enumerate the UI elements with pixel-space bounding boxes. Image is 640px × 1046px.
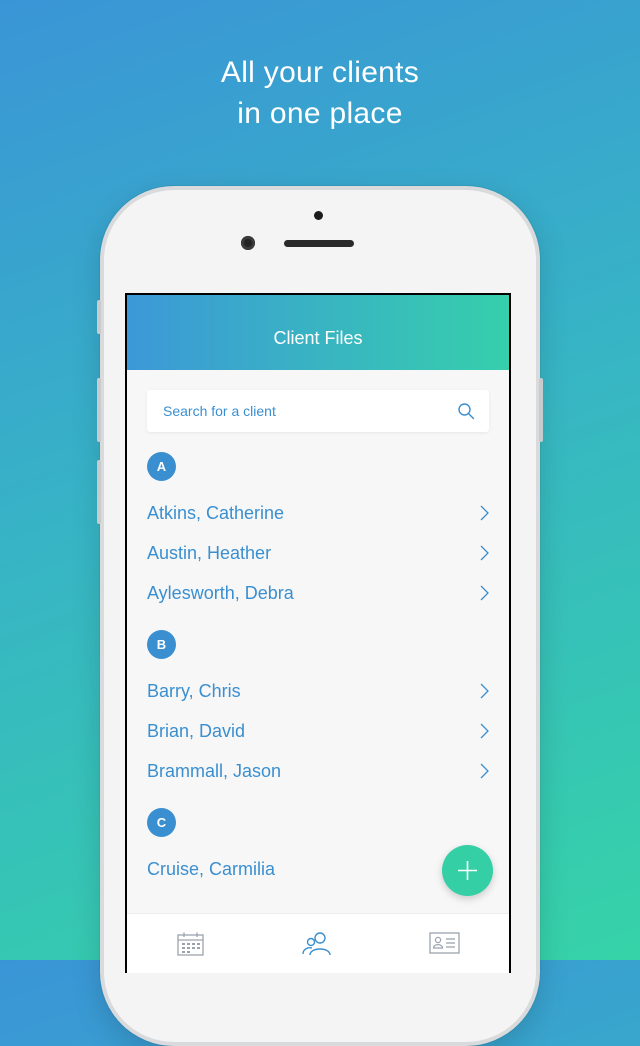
chevron-right-icon — [480, 545, 489, 561]
section-letter-b: B — [147, 630, 176, 659]
tab-calendar[interactable] — [127, 914, 255, 973]
volume-up-button — [97, 378, 101, 442]
client-row[interactable]: Austin, Heather — [127, 533, 509, 573]
client-name: Atkins, Catherine — [147, 503, 285, 523]
chevron-right-icon — [480, 763, 489, 779]
client-name: Barry, Chris — [147, 681, 241, 701]
app-header: Client Files — [127, 295, 509, 370]
id-card-icon — [429, 932, 460, 954]
headline-line-1: All your clients — [220, 56, 420, 89]
phone-screen: Client Files A Atkins, Catherine Austin,… — [125, 293, 511, 973]
headline-line-2: in one place — [237, 97, 403, 130]
client-row[interactable]: Atkins, Catherine — [127, 493, 509, 533]
chevron-right-icon — [480, 723, 489, 739]
mute-switch — [97, 300, 101, 334]
tab-clients[interactable] — [254, 914, 382, 973]
client-name: Aylesworth, Debra — [147, 583, 294, 603]
search-bar[interactable] — [147, 390, 489, 432]
search-input[interactable] — [147, 390, 463, 432]
section-letter-c: C — [147, 808, 176, 837]
volume-down-button — [97, 460, 101, 524]
front-camera — [241, 236, 255, 250]
client-row[interactable]: Brian, David — [127, 711, 509, 751]
plus-icon — [458, 861, 477, 880]
section-letter-a: A — [147, 452, 176, 481]
client-name: Brian, David — [147, 721, 246, 741]
tab-profile[interactable] — [381, 914, 509, 973]
client-name: Austin, Heather — [147, 543, 272, 563]
app-screen: Client Files A Atkins, Catherine Austin,… — [127, 295, 509, 973]
search-icon[interactable] — [457, 402, 475, 420]
client-row[interactable]: Brammall, Jason — [127, 751, 509, 791]
tab-bar — [127, 913, 509, 973]
chevron-right-icon — [480, 585, 489, 601]
client-row[interactable]: Barry, Chris — [127, 671, 509, 711]
page-title: Client Files — [273, 328, 363, 348]
power-button — [539, 378, 543, 442]
client-name: Brammall, Jason — [147, 761, 282, 781]
chevron-right-icon — [480, 505, 489, 521]
proximity-sensor — [314, 211, 323, 220]
calendar-icon — [177, 932, 204, 956]
client-row[interactable]: Aylesworth, Debra — [127, 573, 509, 613]
headline: All your clients in one place — [0, 52, 640, 134]
add-client-button[interactable] — [442, 845, 493, 896]
client-name: Cruise, Carmilia — [147, 859, 276, 879]
earpiece-speaker — [284, 240, 354, 247]
chevron-right-icon — [480, 683, 489, 699]
clients-icon — [302, 932, 331, 956]
